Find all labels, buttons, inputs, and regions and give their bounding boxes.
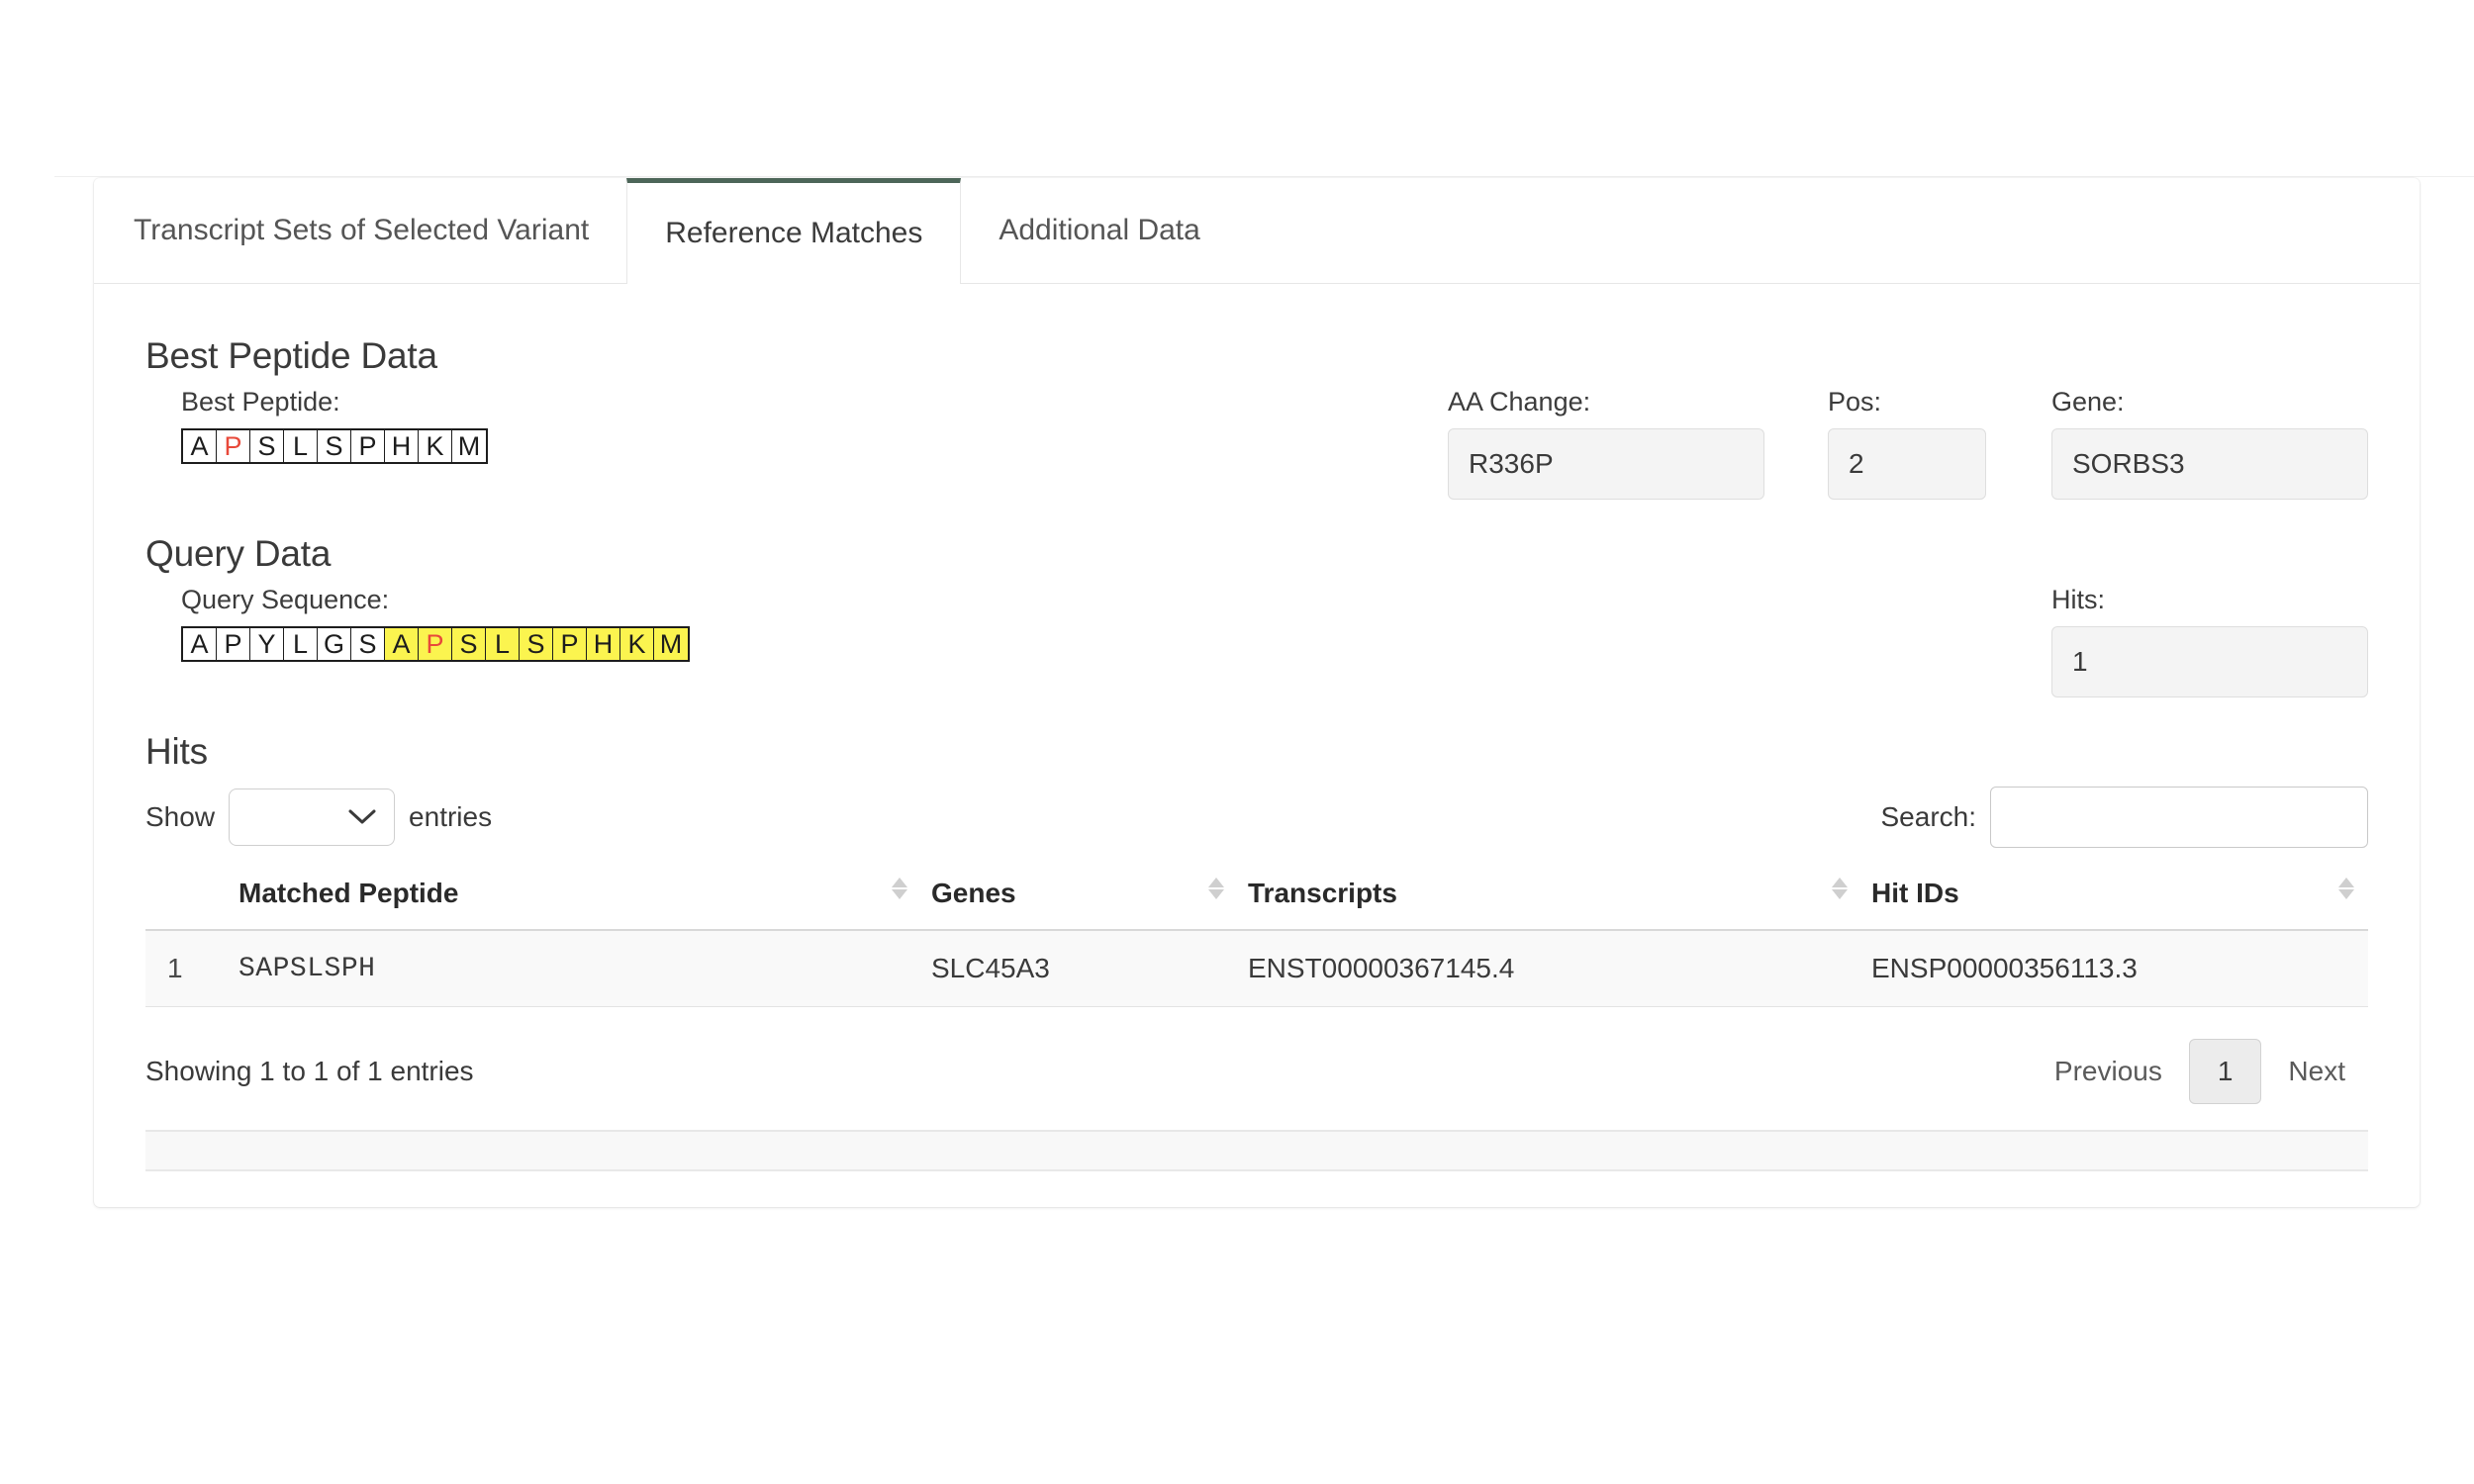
query-sequence-residue: L [486,628,520,660]
query-sequence-residue: M [654,628,688,660]
page-root: Transcript Sets of Selected Variant Refe… [0,0,2474,1484]
search-control: Search: [1880,787,2368,848]
sort-icon[interactable] [1208,876,1224,907]
cell-transcripts: ENST00000367145.4 [1238,930,1861,1007]
pagination: Previous 1 Next [2032,1039,2368,1104]
table-horizontal-scrollbar[interactable] [145,1130,2368,1171]
reference-matches-panel: Transcript Sets of Selected Variant Refe… [94,178,2420,1207]
best-peptide-label: Best Peptide: [181,387,340,417]
page-length-control: Show 102550100 entries [145,788,492,846]
query-sequence-residue: G [318,628,351,660]
pagination-previous-button[interactable]: Previous [2032,1043,2185,1100]
best-peptide-residue: K [419,430,452,462]
tab-label: Transcript Sets of Selected Variant [134,214,590,246]
query-sequence-label: Query Sequence: [181,585,390,614]
query-sequence-residue: K [620,628,654,660]
table-info-text: Showing 1 to 1 of 1 entries [145,1056,474,1086]
best-peptide-residue: A [183,430,217,462]
tab-bar: Transcript Sets of Selected Variant Refe… [94,178,2420,284]
pos-field[interactable] [1828,428,1986,500]
datatable-controls: Show 102550100 entries [145,787,2368,848]
hits-label: Hits: [2051,585,2105,614]
aa-change-field[interactable] [1448,428,1764,500]
query-sequence-residue: A [385,628,419,660]
query-sequence-residue: P [217,628,250,660]
panel-body: Best Peptide Data Best Peptide: APSLSPHK… [94,284,2420,1171]
cell-matched-peptide: SAPSLSPH [229,930,921,1007]
cell-hit-ids: ENSP00000356113.3 [1861,930,2368,1007]
column-header-genes[interactable]: Genes [921,870,1238,931]
query-sequence-residue: S [520,628,553,660]
column-label: Transcripts [1248,878,1397,908]
sort-icon[interactable] [892,876,907,907]
best-peptide-data-heading: Best Peptide Data [145,335,437,376]
column-label: Matched Peptide [238,878,459,908]
search-input[interactable] [1990,787,2368,848]
tab-additional-data[interactable]: Additional Data [961,178,1237,283]
table-header-row: Matched Peptide Genes Transcripts Hit ID… [145,870,2368,931]
best-peptide-residue: P [217,430,250,462]
page-length-label: Show 102550100 entries [145,788,492,846]
tab-label: Reference Matches [665,217,923,249]
query-sequence-block: Query Sequence: APYLGSAPSLSPHKM [145,585,690,662]
page-length-select[interactable]: 102550100 [229,788,396,846]
cell-genes: SLC45A3 [921,930,1238,1007]
aa-change-group: AA Change: [1448,387,1764,500]
gene-group: Gene: [2051,387,2368,500]
pos-group: Pos: [1828,387,1986,500]
tab-label: Additional Data [999,214,1200,246]
best-peptide-residue: P [351,430,385,462]
pagination-page-1-button[interactable]: 1 [2188,1039,2262,1104]
query-sequence-residue: P [419,628,452,660]
query-sequence-residue: L [284,628,318,660]
query-sequence-residue: H [587,628,620,660]
query-sequence-residue: Y [250,628,284,660]
gene-field[interactable] [2051,428,2368,500]
query-sequence-residue: S [351,628,385,660]
hits-heading: Hits [145,731,208,772]
cell-index: 1 [145,930,229,1007]
page-length-select-wrap: 102550100 [229,788,396,846]
hits-table: Matched Peptide Genes Transcripts Hit ID… [145,870,2368,1007]
column-header-transcripts[interactable]: Transcripts [1238,870,1861,931]
pagination-next-button[interactable]: Next [2265,1043,2368,1100]
best-peptide-sequence: APSLSPHKM [181,428,488,464]
column-header-index [145,870,229,931]
query-sequence: APYLGSAPSLSPHKM [181,626,690,662]
best-peptide-residue: M [452,430,486,462]
datatable-footer: Showing 1 to 1 of 1 entries Previous 1 N… [145,1007,2368,1130]
hits-table-body: 1 SAPSLSPH SLC45A3 ENST00000367145.4 ENSP000… [145,930,2368,1007]
best-peptide-block: Best Peptide: APSLSPHKM [145,387,488,464]
best-peptide-residue: H [385,430,419,462]
pos-label: Pos: [1828,387,1882,417]
best-peptide-residue: L [284,430,318,462]
best-peptide-residue: S [250,430,284,462]
column-label: Genes [931,878,1016,908]
entries-label: entries [409,801,493,832]
hits-table-head: Matched Peptide Genes Transcripts Hit ID… [145,870,2368,931]
search-label-wrap: Search: [1880,787,2368,848]
query-data-heading: Query Data [145,533,332,574]
aa-change-label: AA Change: [1448,387,1591,417]
show-label: Show [145,801,216,832]
query-sequence-residue: P [553,628,587,660]
query-sequence-residue: S [452,628,486,660]
best-peptide-row: Best Peptide: APSLSPHKM AA Change: Pos: … [145,387,2368,500]
hits-count-field[interactable] [2051,626,2368,697]
tab-transcript-sets-of-selected-variant[interactable]: Transcript Sets of Selected Variant [94,178,626,283]
page-top-divider [54,176,2474,177]
sort-icon[interactable] [2338,876,2354,907]
query-data-row: Query Sequence: APYLGSAPSLSPHKM Hits: [145,585,2368,697]
tab-reference-matches[interactable]: Reference Matches [626,178,962,284]
table-row[interactable]: 1 SAPSLSPH SLC45A3 ENST00000367145.4 ENSP000… [145,930,2368,1007]
column-header-hit-ids[interactable]: Hit IDs [1861,870,2368,931]
gene-label: Gene: [2051,387,2125,417]
search-label: Search: [1880,801,1977,832]
hits-count-group: Hits: [2051,585,2368,697]
column-label: Hit IDs [1871,878,1959,908]
query-sequence-residue: A [183,628,217,660]
best-peptide-residue: S [318,430,351,462]
column-header-matched-peptide[interactable]: Matched Peptide [229,870,921,931]
sort-icon[interactable] [1832,876,1848,907]
